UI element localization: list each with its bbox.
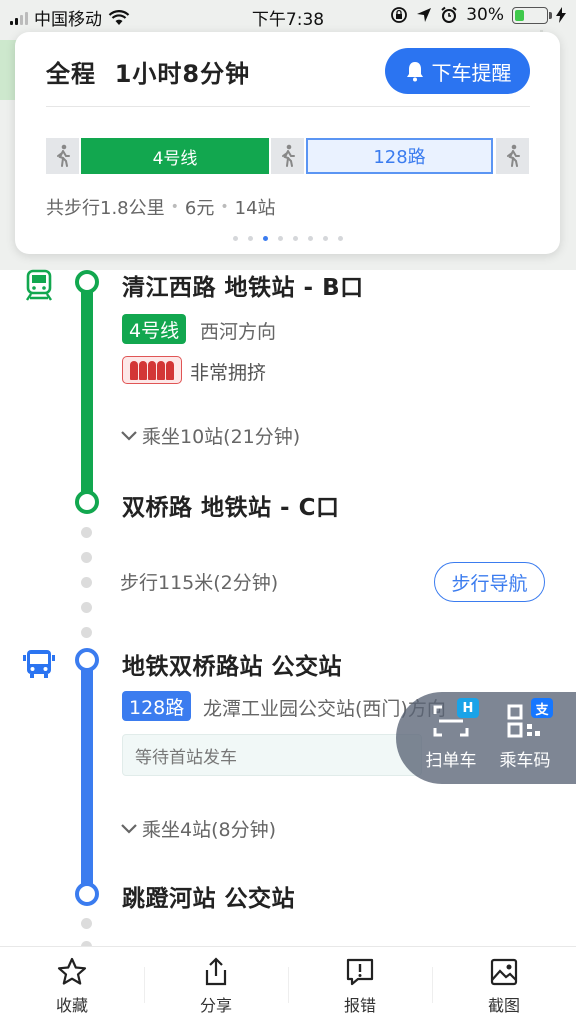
route-stats: 共步行1.8公里 • 6元 • 14站	[46, 194, 276, 220]
walk-icon	[56, 144, 70, 167]
bus-segment: 128路	[306, 138, 493, 174]
favorite-button[interactable]: 收藏	[0, 947, 144, 1024]
scan-bike-button[interactable]: H 扫单车	[416, 698, 486, 771]
walk-dot	[81, 918, 92, 929]
alight-reminder-button[interactable]: 下车提醒	[385, 48, 530, 94]
alight-reminder-label: 下车提醒	[431, 60, 512, 85]
battery-icon	[512, 6, 552, 24]
walk-icon	[281, 144, 295, 167]
bike-brand-badge: H	[457, 698, 479, 718]
orientation-lock-icon	[391, 7, 408, 23]
subway-icon	[26, 269, 52, 301]
report-error-button[interactable]: 报错	[288, 947, 432, 1024]
subway-direction: 西河方向	[200, 321, 277, 343]
screenshot-label: 截图	[487, 995, 520, 1015]
page-dot[interactable]	[307, 236, 313, 241]
subway-segment: 4号线	[81, 138, 269, 174]
bell-icon	[406, 62, 423, 82]
walk-dot	[81, 527, 92, 538]
chevron-down-icon	[121, 823, 137, 834]
walk-info: 步行115米(2分钟)	[120, 572, 279, 594]
ride-code-label: 乘车码	[499, 751, 551, 771]
separator-dot: •	[170, 199, 179, 215]
alipay-badge: 支	[531, 698, 553, 718]
bus-route-line	[81, 660, 93, 894]
bus-wait-text: 等待首站发车	[135, 747, 237, 768]
page-dot[interactable]	[232, 236, 238, 241]
bus-start-node	[75, 648, 99, 672]
report-icon	[346, 958, 374, 985]
crowd-level-icon	[122, 356, 182, 384]
walk-dot	[81, 577, 92, 588]
route-segment-bar: 4号线 128路	[46, 138, 530, 174]
page-dot[interactable]	[337, 236, 343, 241]
bus-end-node	[75, 882, 99, 906]
subway-start-node	[75, 270, 99, 294]
bus-wait-status: 等待首站发车	[122, 734, 422, 776]
bottom-toolbar: 收藏 分享 报错 截图	[0, 946, 576, 1024]
fare: 6元	[184, 198, 215, 219]
image-icon	[490, 958, 518, 985]
bus-line-badge: 128路	[122, 691, 192, 721]
walk-dot	[81, 602, 92, 613]
subway-end-stop[interactable]: 双桥路 地铁站 - C口	[122, 488, 339, 522]
stop-count: 14站	[234, 198, 276, 219]
report-error-label: 报错	[343, 995, 376, 1015]
route-page-indicator[interactable]	[15, 236, 560, 241]
route-summary-card[interactable]: 全程 1小时8分钟 下车提醒 4号线 128路 共步行1.8公里 • 6元 • …	[15, 32, 560, 254]
walk-segment	[271, 138, 304, 174]
bus-ride-info: 乘坐4站(8分钟)	[142, 819, 277, 841]
card-divider	[46, 106, 530, 107]
separator-dot: •	[220, 199, 229, 215]
subway-start-stop[interactable]: 清江西路 地铁站 - B口	[122, 268, 364, 302]
chevron-down-icon	[121, 430, 137, 441]
crowd-level-label: 非常拥挤	[190, 362, 267, 384]
ride-code-button[interactable]: 支 乘车码	[490, 698, 560, 771]
share-label: 分享	[199, 995, 232, 1015]
subway-line-badge: 4号线	[122, 314, 187, 344]
bus-ride-toggle[interactable]: 乘坐4站(8分钟)	[120, 815, 276, 842]
page-dot[interactable]	[292, 236, 298, 241]
share-icon	[205, 956, 227, 985]
walk-dot	[81, 552, 92, 563]
bus-end-stop[interactable]: 跳蹬河站 公交站	[122, 879, 295, 913]
walk-segment	[46, 138, 79, 174]
charging-icon	[556, 7, 566, 23]
subway-ride-toggle[interactable]: 乘坐10站(21分钟)	[120, 422, 300, 449]
page-dot-active[interactable]	[262, 236, 268, 241]
walk-segment	[496, 138, 529, 174]
walk-navigation-button[interactable]: 步行导航	[434, 562, 545, 602]
subway-end-node	[75, 490, 99, 514]
status-bar: 中国移动 下午7:38 30%	[0, 0, 576, 32]
scan-bike-label: 扫单车	[425, 751, 477, 771]
page-dot[interactable]	[277, 236, 283, 241]
alarm-icon	[441, 6, 457, 23]
battery-percent: 30%	[466, 5, 504, 25]
bus-start-stop[interactable]: 地铁双桥路站 公交站	[122, 647, 342, 681]
location-arrow-icon	[417, 8, 432, 22]
walk-icon	[506, 144, 520, 167]
subway-ride-info: 乘坐10站(21分钟)	[142, 426, 301, 448]
share-button[interactable]: 分享	[144, 947, 288, 1024]
favorite-label: 收藏	[55, 995, 88, 1015]
page-dot[interactable]	[247, 236, 253, 241]
route-duration-title: 全程 1小时8分钟	[46, 60, 251, 88]
page-dot[interactable]	[322, 236, 328, 241]
quick-scan-panel: H 扫单车 支 乘车码	[396, 692, 576, 784]
walk-distance: 共步行1.8公里	[46, 198, 165, 219]
walk-dot	[81, 627, 92, 638]
bus-icon	[23, 650, 55, 678]
screenshot-button[interactable]: 截图	[432, 947, 576, 1024]
star-icon	[57, 957, 87, 985]
subway-route-line	[81, 282, 93, 502]
